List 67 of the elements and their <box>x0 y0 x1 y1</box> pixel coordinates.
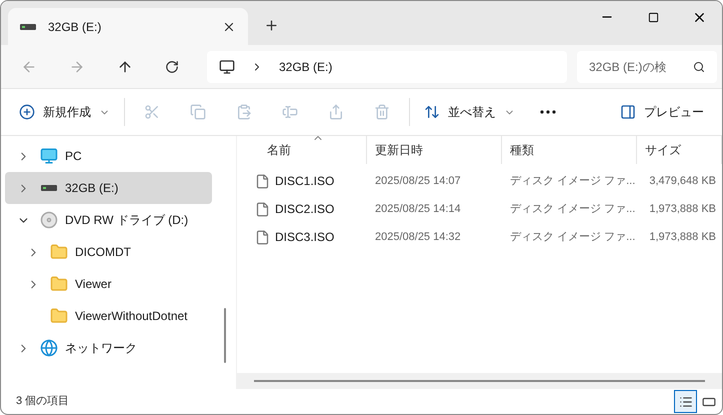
folder-icon <box>50 275 68 293</box>
item-label: DICOMDT <box>75 244 131 261</box>
item-label: ViewerWithoutDotnet <box>75 308 188 325</box>
table-cell-text: ディスク イメージ ファ... <box>510 230 636 245</box>
folder-icon <box>50 307 68 325</box>
file-name[interactable]: DISC2.ISO <box>275 200 334 218</box>
trash-icon <box>374 104 390 120</box>
new-button[interactable]: 新規作成 <box>9 96 120 128</box>
sidebar-item[interactable]: PC <box>5 140 212 172</box>
monitor-icon <box>40 147 58 165</box>
sort-button[interactable]: 並べ替え <box>414 96 525 128</box>
up-icon[interactable] <box>117 58 133 74</box>
refresh-icon[interactable] <box>165 60 179 74</box>
new-icon <box>19 104 35 120</box>
drive-icon <box>20 24 36 30</box>
table-cell-text: ディスク イメージ ファ... <box>510 202 636 217</box>
item-count: 3 個の項目 <box>16 394 70 410</box>
maximize-icon[interactable] <box>648 12 658 22</box>
scissors-icon <box>144 104 160 120</box>
scrollbar-thumb[interactable] <box>224 308 226 363</box>
preview-button[interactable]: プレビュー <box>610 96 714 128</box>
table-cell-text: 1,973,888 KB <box>649 202 716 217</box>
table-cell-text: 2025/08/25 14:14 <box>375 202 461 217</box>
search-icon <box>693 60 705 72</box>
network-icon <box>40 339 58 357</box>
share-icon <box>328 104 344 120</box>
column-header[interactable]: 名前 <box>237 136 367 164</box>
clipboard-icon <box>236 104 252 120</box>
item-label: PC <box>65 148 82 165</box>
more-icon <box>540 110 556 114</box>
item-label: DVD RW ドライブ (D:) <box>65 212 188 229</box>
rename-icon <box>282 104 298 120</box>
details-view-button[interactable] <box>674 390 697 413</box>
sidebar-item[interactable]: DICOMDT <box>5 236 212 268</box>
table-cell-text: 3,479,648 KB <box>649 174 716 189</box>
address-crumb[interactable]: 32GB (E:) <box>279 58 332 76</box>
sidebar-item[interactable]: ViewerWithoutDotnet <box>5 300 212 332</box>
copy-icon <box>190 104 206 120</box>
list-icon <box>678 394 692 408</box>
file-name[interactable]: DISC1.ISO <box>275 172 334 190</box>
item-label: ネットワーク <box>65 340 137 357</box>
search-field[interactable]: 32GB (E:)の検 <box>577 50 717 82</box>
file-name[interactable]: DISC3.ISO <box>275 228 334 246</box>
item-label: Viewer <box>75 276 112 293</box>
monitor-icon <box>219 58 235 74</box>
column-header[interactable]: 種類 <box>502 136 637 164</box>
column-header[interactable]: 更新日時 <box>367 136 502 164</box>
panel-icon <box>620 104 636 120</box>
drive-icon <box>41 185 57 191</box>
table-cell-text: 2025/08/25 14:07 <box>375 174 461 189</box>
table-cell-text: 1,973,888 KB <box>649 230 716 245</box>
column-header[interactable]: サイズ <box>637 136 722 164</box>
item-label: 32GB (E:) <box>65 180 118 197</box>
address-bar[interactable]: 32GB (E:) <box>207 50 567 82</box>
sidebar-item[interactable]: ネットワーク <box>5 332 212 364</box>
sidebar-item[interactable]: Viewer <box>5 268 212 300</box>
horizontal-scrollbar[interactable] <box>254 380 705 382</box>
folder-icon <box>50 243 68 261</box>
table-cell-text: 2025/08/25 14:32 <box>375 230 461 245</box>
table-cell-text: ディスク イメージ ファ... <box>510 174 636 189</box>
tab-title: 32GB (E:) <box>48 18 102 36</box>
sort-icon <box>424 104 440 120</box>
window-tab[interactable]: 32GB (E:) <box>8 8 248 45</box>
sidebar-item[interactable]: 32GB (E:) <box>5 172 212 204</box>
new-tab-icon[interactable] <box>264 18 279 33</box>
sidebar-item[interactable]: DVD RW ドライブ (D:) <box>5 204 212 236</box>
disc-icon <box>40 211 58 229</box>
